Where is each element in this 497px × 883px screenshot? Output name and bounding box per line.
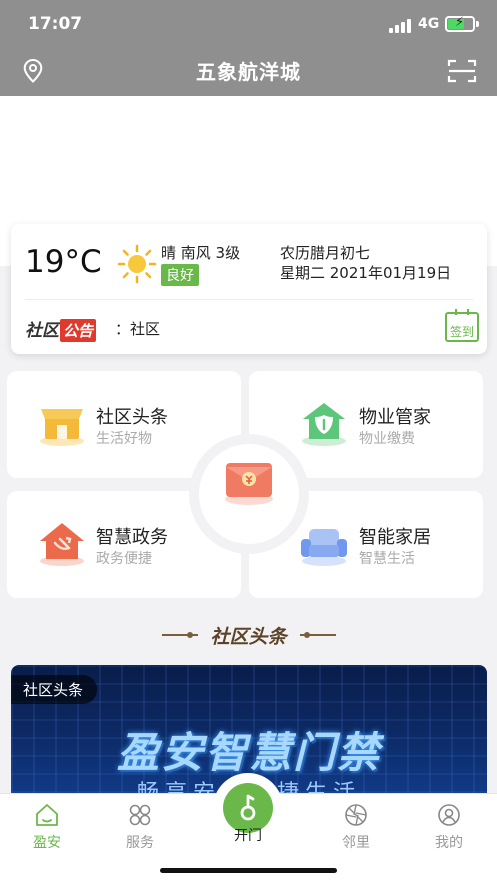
tile-subtitle: 智慧生活	[359, 551, 415, 567]
red-envelope-icon[interactable]	[222, 459, 276, 505]
network-type: 4G	[418, 16, 440, 32]
aperture-icon	[345, 804, 367, 826]
page-title: 五象航洋城	[196, 60, 301, 84]
battery-tip	[476, 21, 479, 27]
aqi-badge: 良好	[161, 264, 199, 286]
notice-text[interactable]: ：社区	[115, 318, 160, 339]
tile-subtitle: 物业缴费	[359, 431, 415, 447]
tab-label: 服务	[126, 835, 154, 851]
tab-label: 盈安	[33, 835, 61, 851]
status-time: 17:07	[28, 14, 83, 34]
divider	[25, 299, 473, 300]
tab-label: 邻里	[342, 835, 370, 851]
scan-icon[interactable]	[447, 58, 477, 84]
home-indicator	[160, 868, 337, 873]
tab-label: 我的	[435, 835, 463, 851]
notice-logo-part1: 社区	[25, 321, 59, 341]
home-icon	[36, 804, 58, 826]
sun-icon	[117, 244, 157, 284]
notice-logo-part2: 公告	[60, 319, 97, 342]
lunar-date: 农历腊月初七	[280, 244, 371, 262]
section-title: 社区头条	[210, 626, 287, 648]
section-ornament-right	[300, 634, 336, 636]
profile-icon	[438, 804, 460, 826]
tile-title: 物业管家	[359, 407, 431, 428]
battery-icon: ⚡	[445, 15, 475, 32]
sofa-icon	[301, 529, 347, 566]
party-house-icon	[40, 523, 84, 566]
tile-title: 智能家居	[359, 527, 431, 548]
calendar-date: 星期二 2021年01月19日	[280, 264, 452, 282]
open-door-label: 开门	[234, 828, 262, 844]
signal-icon	[389, 19, 413, 33]
tab-neighbors[interactable]: 邻里	[326, 802, 386, 852]
tile-title: 智慧政务	[96, 527, 168, 548]
tile-subtitle: 生活好物	[96, 431, 152, 447]
tile-title: 社区头条	[96, 407, 168, 428]
news-headline: 盈安智慧门禁	[116, 728, 381, 777]
house-shield-icon	[302, 403, 346, 446]
notice-logo: 社区 公告	[25, 316, 97, 342]
tab-services[interactable]: 服务	[110, 802, 170, 852]
status-bar: 17:07 4G ⚡	[0, 0, 497, 48]
weather-condition: 晴 南风 3级	[161, 244, 241, 262]
services-icon	[129, 804, 151, 826]
news-tag: 社区头条	[11, 675, 98, 704]
weather-card: 19°C 晴 南风 3级 良好 农历腊月初七 星期二 2021年01月19日 社…	[11, 224, 487, 354]
shop-icon	[40, 409, 84, 446]
sign-in-button[interactable]: 签到	[445, 309, 479, 342]
top-bar: 17:07 4G ⚡ 五象航洋城	[0, 0, 497, 96]
tab-mine[interactable]: 我的	[419, 802, 479, 852]
tile-subtitle: 政务便捷	[96, 551, 152, 567]
tab-home[interactable]: 盈安	[17, 802, 77, 852]
temperature: 19°C	[25, 244, 102, 280]
